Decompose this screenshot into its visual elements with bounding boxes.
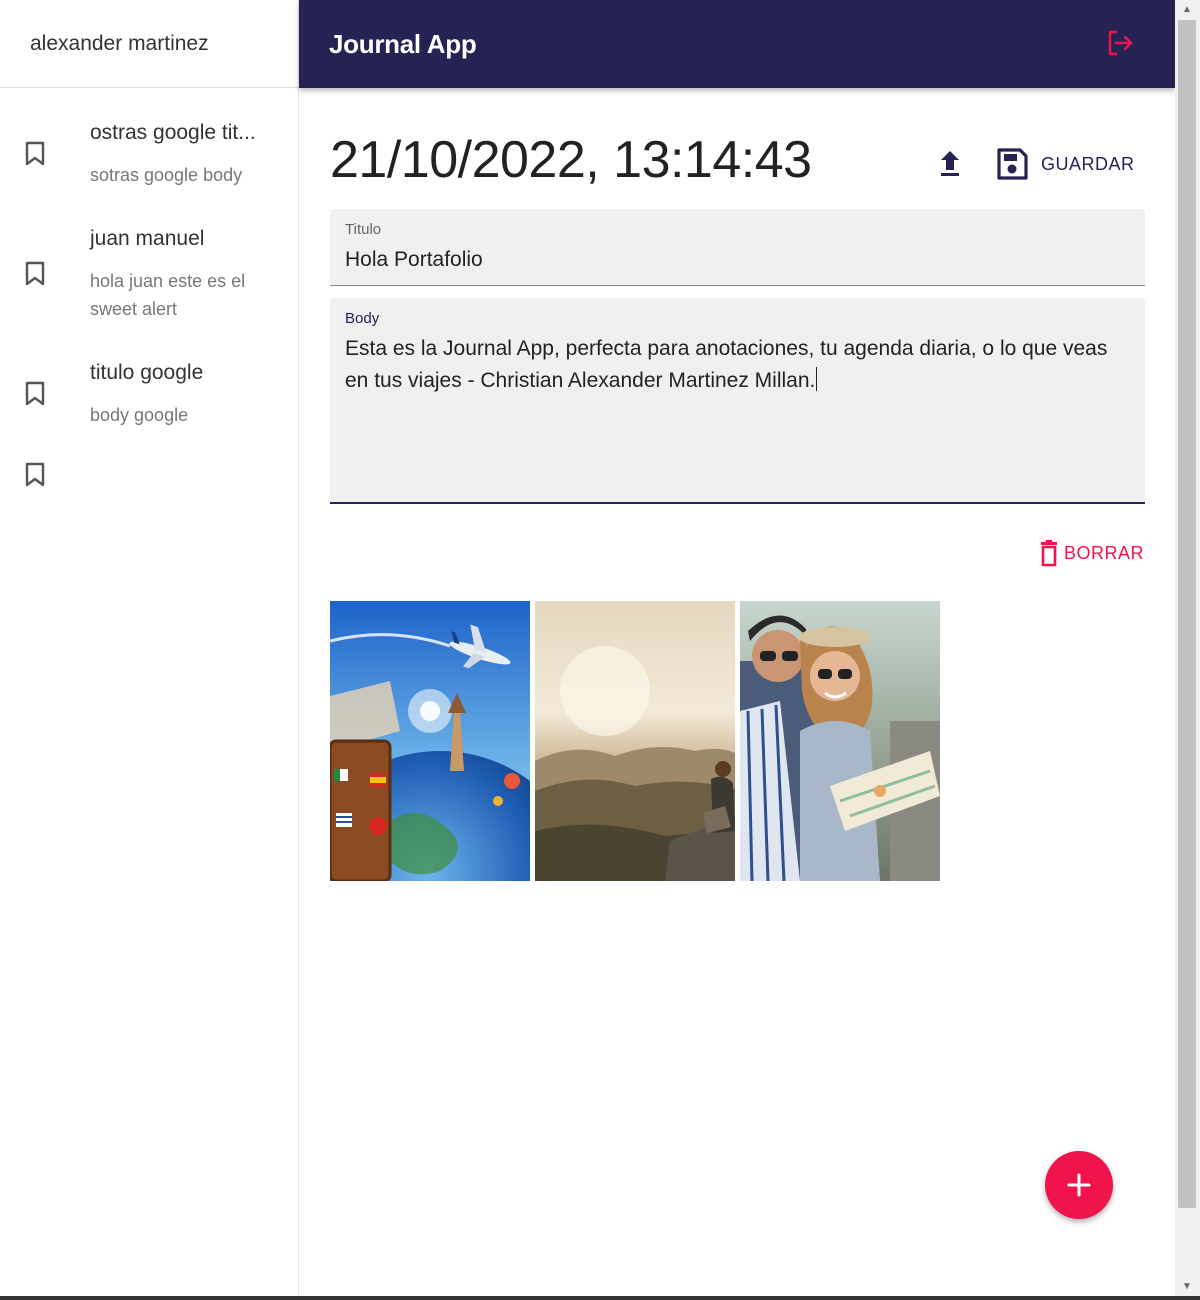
scroll-down-arrow-icon[interactable]: ▼ bbox=[1180, 1280, 1194, 1294]
logout-icon[interactable] bbox=[1105, 28, 1135, 58]
travel-globe-illustration bbox=[330, 601, 530, 881]
title-field-value[interactable]: Hola Portafolio bbox=[345, 244, 483, 276]
body-field[interactable]: Body Esta es la Journal App, perfecta pa… bbox=[330, 298, 1145, 504]
couple-with-map-image[interactable] bbox=[740, 601, 940, 881]
app-bar: Journal App bbox=[299, 0, 1175, 88]
entry-title: ostras google tit... bbox=[90, 121, 256, 144]
scroll-up-arrow-icon[interactable]: ▲ bbox=[1180, 3, 1194, 17]
add-entry-button[interactable] bbox=[1045, 1151, 1113, 1219]
image-gallery bbox=[330, 601, 940, 881]
window-bottom-edge bbox=[0, 1296, 1200, 1300]
save-label: GUARDAR bbox=[1041, 153, 1135, 174]
body-field-label: Body bbox=[345, 310, 380, 327]
entry-title: juan manuel bbox=[90, 227, 205, 250]
title-field[interactable]: Titulo Hola Portafolio bbox=[330, 209, 1145, 286]
save-button[interactable]: GUARDAR bbox=[995, 145, 1135, 183]
mountain-landscape-illustration bbox=[535, 601, 735, 881]
bookmark-icon bbox=[25, 462, 45, 487]
body-text: Esta es la Journal App, perfecta para an… bbox=[345, 337, 1108, 392]
text-caret bbox=[816, 367, 818, 391]
trash-icon bbox=[1041, 540, 1057, 567]
entry-title: titulo google bbox=[90, 361, 204, 384]
bookmark-icon bbox=[25, 261, 45, 286]
couple-map-illustration bbox=[740, 601, 940, 881]
journal-entry[interactable]: titulo google body google bbox=[0, 352, 298, 442]
journal-entry[interactable] bbox=[0, 450, 298, 500]
bookmark-icon bbox=[25, 141, 45, 166]
entry-body: body google bbox=[90, 405, 189, 425]
journal-entry[interactable]: juan manuel hola juan este es el sweet a… bbox=[0, 218, 298, 330]
title-field-label: Titulo bbox=[345, 221, 382, 238]
app-title: Journal App bbox=[329, 28, 477, 59]
save-icon bbox=[997, 148, 1028, 180]
mountain-view-hiker-image[interactable] bbox=[535, 601, 735, 881]
plus-icon bbox=[1067, 1173, 1091, 1197]
entry-body: hola juan este es el sweet alert bbox=[90, 271, 246, 319]
travel-globe-suitcase-image[interactable] bbox=[330, 601, 530, 881]
delete-label: BORRAR bbox=[1064, 542, 1145, 563]
body-field-value[interactable]: Esta es la Journal App, perfecta para an… bbox=[345, 333, 1120, 397]
upload-icon[interactable] bbox=[936, 148, 964, 180]
entry-body: sotras google body bbox=[90, 165, 243, 185]
user-name: alexander martinez bbox=[0, 0, 298, 88]
sidebar: alexander martinez ostras google tit... … bbox=[0, 0, 299, 1300]
delete-button[interactable]: BORRAR bbox=[1038, 538, 1144, 568]
journal-entry[interactable]: ostras google tit... sotras google body bbox=[0, 112, 298, 202]
note-date: 21/10/2022, 13:14:43 bbox=[330, 131, 812, 189]
scrollbar-thumb[interactable] bbox=[1178, 20, 1196, 1208]
bookmark-icon bbox=[25, 381, 45, 406]
